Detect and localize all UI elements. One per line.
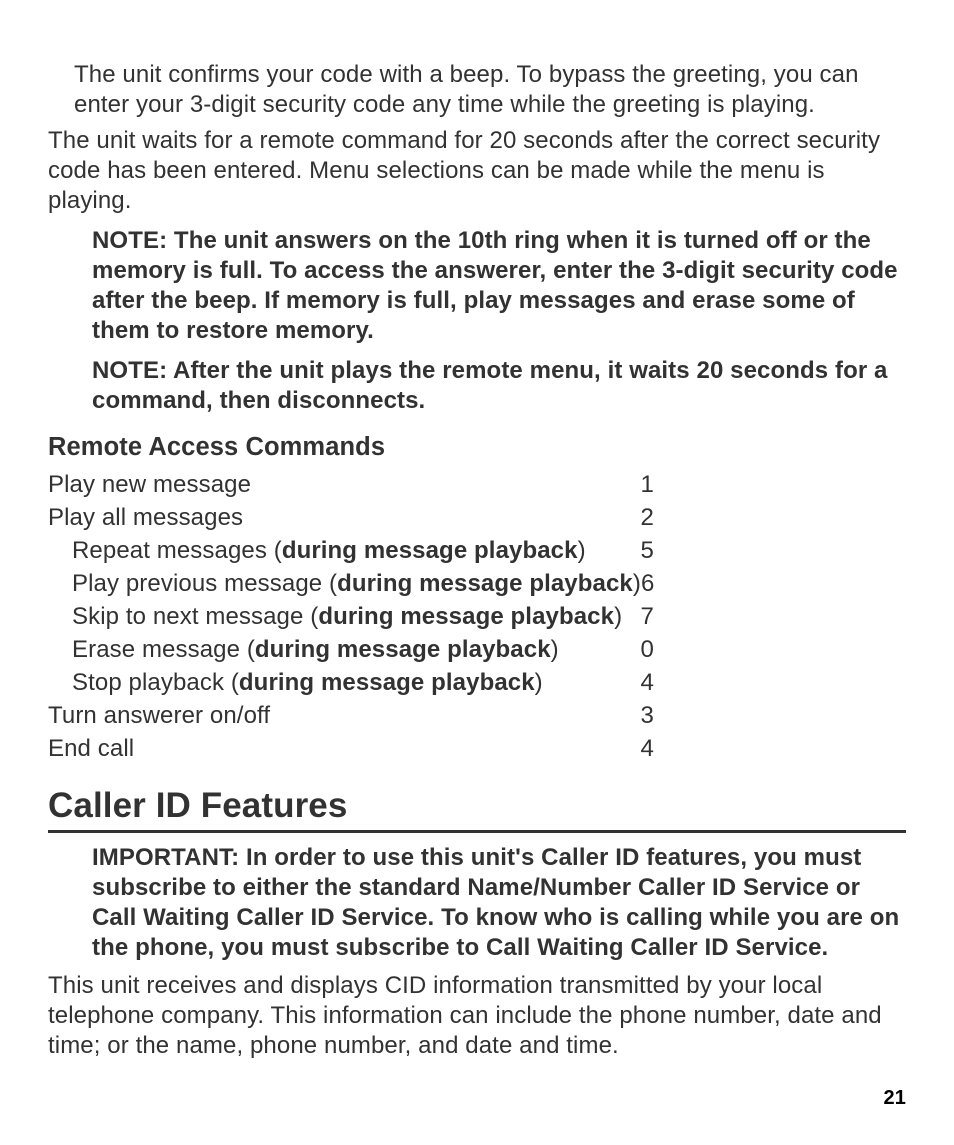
command-row: Turn answerer on/off 3 — [48, 701, 654, 731]
command-number: 3 — [618, 701, 654, 731]
command-row: End call 4 — [48, 734, 654, 764]
command-number: 7 — [622, 602, 654, 632]
command-label: Skip to next message (during message pla… — [72, 602, 622, 632]
command-row: Repeat messages (during message playback… — [48, 536, 654, 566]
command-row: Play all messages 2 — [48, 503, 654, 533]
command-label: Play new message — [48, 470, 251, 500]
page-number: 21 — [884, 1086, 906, 1111]
command-number: 6 — [641, 569, 654, 599]
command-number: 1 — [618, 470, 654, 500]
command-qualifier: during message playback — [318, 603, 614, 630]
command-qualifier: during message playback — [239, 669, 535, 696]
command-qualifier: during message playback — [282, 537, 578, 564]
caller-id-heading: Caller ID Features — [48, 784, 906, 833]
caller-id-body: This unit receives and displays CID info… — [48, 971, 906, 1061]
remote-access-heading: Remote Access Commands — [48, 432, 906, 464]
intro-paragraph-2: The unit waits for a remote command for … — [48, 126, 906, 216]
command-number: 5 — [618, 536, 654, 566]
command-label: Play previous message (during message pl… — [72, 569, 641, 599]
command-label: Erase message (during message playback) — [72, 635, 559, 665]
command-number: 4 — [618, 734, 654, 764]
command-qualifier: during message playback — [337, 570, 633, 597]
command-label: Stop playback (during message playback) — [72, 668, 543, 698]
command-number: 2 — [618, 503, 654, 533]
command-row: Play previous message (during message pl… — [48, 569, 654, 599]
remote-command-list: Play new message 1 Play all messages 2 Repea… — [48, 470, 906, 764]
command-row: Stop playback (during message playback) 4 — [48, 668, 654, 698]
intro-paragraph-1: The unit confirms your code with a beep.… — [74, 60, 906, 120]
command-number: 4 — [618, 668, 654, 698]
command-label: Play all messages — [48, 503, 243, 533]
command-row: Erase message (during message playback) 0 — [48, 635, 654, 665]
caller-id-important: IMPORTANT: In order to use this unit's C… — [92, 843, 906, 963]
command-label: Turn answerer on/off — [48, 701, 270, 731]
note-1: NOTE: The unit answers on the 10th ring … — [92, 226, 906, 346]
note-2: NOTE: After the unit plays the remote me… — [92, 356, 906, 416]
command-label: End call — [48, 734, 134, 764]
command-number: 0 — [618, 635, 654, 665]
command-label: Repeat messages (during message playback… — [72, 536, 586, 566]
manual-page: The unit confirms your code with a beep.… — [0, 0, 954, 1145]
command-qualifier: during message playback — [255, 636, 551, 663]
command-row: Play new message 1 — [48, 470, 654, 500]
command-row: Skip to next message (during message pla… — [48, 602, 654, 632]
